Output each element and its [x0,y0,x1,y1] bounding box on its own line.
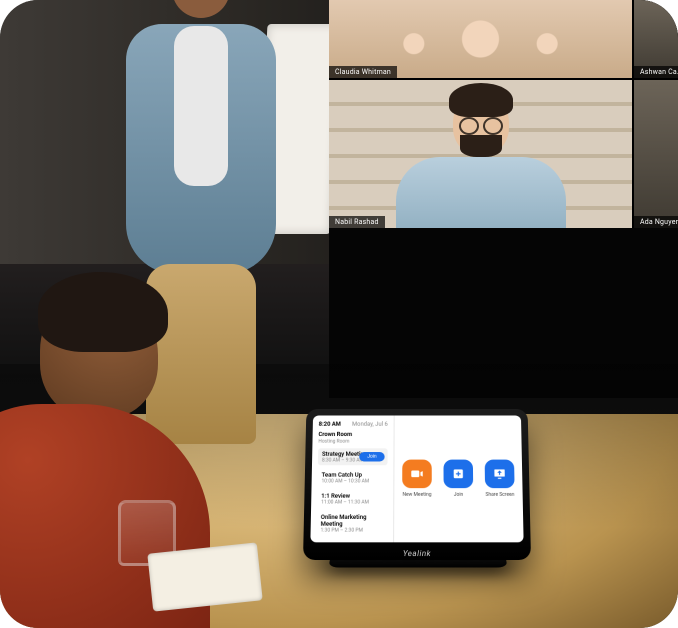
video-tile: Claudia Whitman [329,0,632,78]
action-area: New Meeting Join [394,416,524,543]
share-screen-button[interactable] [485,459,515,488]
meeting-time: 1:30 PM – 2:30 PM [321,528,384,534]
join-button[interactable] [443,459,473,488]
participant-name: Claudia Whitman [329,66,397,78]
meeting-item[interactable]: Team Catch Up10:00 AM – 10:30 AM [317,469,387,486]
meeting-time: 10:00 AM – 10:30 AM [321,479,383,485]
participant-name: Nabil Rashad [329,216,385,228]
meeting-item[interactable]: Strategy Meeting8:30 AM – 9:30 AMJoin [318,448,388,465]
touch-controller: Yealink 8:20 AM Monday, Jul 6 Crown Room… [303,409,531,560]
room-subtitle: Hosting Room [318,439,387,445]
new-meeting-action: New Meeting [402,459,432,497]
clock: 8:20 AM [319,421,341,428]
wall-display: Claudia Whitman Ashwan Cannon Nabil Rash… [329,0,678,228]
brand-label: Yealink [303,549,531,558]
video-tile: Ashwan Cannon [634,0,678,78]
video-tile-main: Nabil Rashad [329,80,632,228]
join-meeting-button[interactable]: Join [359,452,385,461]
schedule-sidebar: 8:20 AM Monday, Jul 6 Crown Room Hosting… [310,416,394,543]
sidebar-header: 8:20 AM Monday, Jul 6 [319,421,388,428]
share-screen-icon [493,467,507,480]
meeting-item[interactable]: Online Marketing Meeting1:30 PM – 2:30 P… [316,511,387,535]
video-tile: Ada Nguyen [634,80,678,228]
action-label: Share Screen [485,492,514,498]
meeting-item[interactable]: 1:1 Review11:00 AM – 11:30 AM [317,490,387,507]
meeting-title: Online Marketing Meeting [321,514,384,528]
participant-name: Ashwan Cannon [634,66,678,78]
participant-avatar [396,93,566,221]
meeting-time: 11:00 AM – 11:30 AM [321,500,383,506]
action-label: Join [454,492,464,498]
meeting-room-product-shot: Claudia Whitman Ashwan Cannon Nabil Rash… [0,0,678,628]
meeting-title: Team Catch Up [322,472,384,479]
room-name: Crown Room [318,431,387,438]
participant-name: Ada Nguyen [634,216,678,228]
video-camera-icon [410,467,424,480]
tablet-screen: 8:20 AM Monday, Jul 6 Crown Room Hosting… [310,416,523,543]
share-screen-action: Share Screen [485,459,515,497]
notebook [147,542,262,611]
plus-icon [451,467,465,480]
join-action: Join [443,459,473,497]
date-label: Monday, Jul 6 [352,421,388,428]
action-label: New Meeting [403,492,432,498]
new-meeting-button[interactable] [402,459,432,488]
meeting-list: Strategy Meeting8:30 AM – 9:30 AMJoin Tea… [316,448,387,535]
meeting-title: 1:1 Review [321,493,383,500]
